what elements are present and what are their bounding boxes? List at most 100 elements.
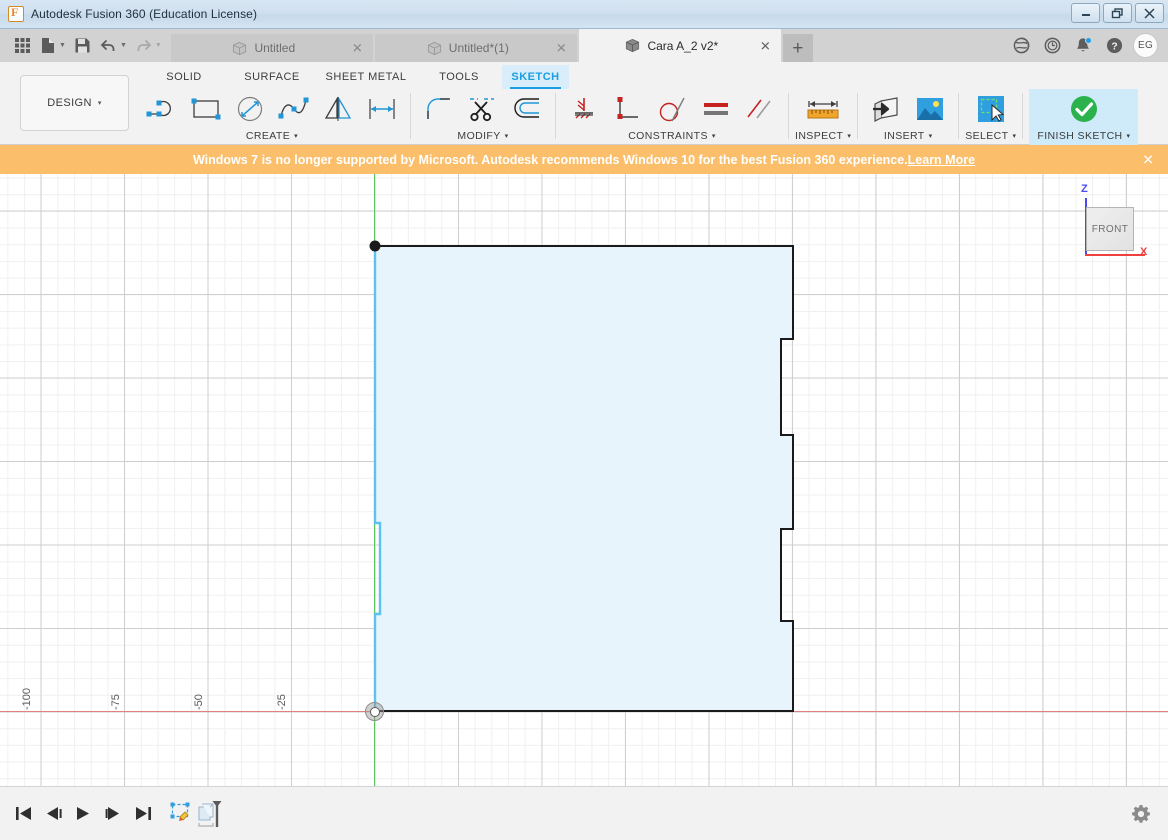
viewcube-z-label: Z <box>1081 183 1088 195</box>
group-label-text: INSERT <box>883 130 925 142</box>
sketch-dimension-icon[interactable] <box>360 89 404 129</box>
sketch-spline-icon[interactable] <box>272 89 316 129</box>
document-tab-close-icon[interactable]: ✕ <box>760 39 771 52</box>
document-tab-close-icon[interactable]: ✕ <box>556 42 567 55</box>
sketch-trim-scissors-icon[interactable] <box>461 89 505 129</box>
tab-sketch[interactable]: SKETCH <box>502 65 569 89</box>
banner-close-icon[interactable]: ✕ <box>1142 151 1154 168</box>
ribbon-tab-bar: SOLID SURFACE SHEET METAL TOOLS SKETCH <box>140 65 569 91</box>
window-controls <box>1071 3 1164 23</box>
group-modify-tools <box>417 89 549 129</box>
fusion360-window: Autodesk Fusion 360 (Education License) <box>0 0 1168 840</box>
new-tab-button[interactable]: + <box>782 34 813 62</box>
ribbon-divider <box>410 93 411 139</box>
sketch-vertex-point <box>369 240 381 252</box>
constraint-horizontal-vertical-icon[interactable] <box>562 89 606 129</box>
group-constraints-label[interactable]: CONSTRAINTS ▾ <box>628 130 716 142</box>
sketch-rectangle-icon[interactable] <box>184 89 228 129</box>
app-grid-icon[interactable] <box>10 33 34 59</box>
constraint-perpendicular-icon[interactable] <box>606 89 650 129</box>
constraint-parallel-icon[interactable] <box>738 89 782 129</box>
sketch-origin-point[interactable] <box>365 702 384 721</box>
measure-ruler-icon[interactable] <box>801 89 845 129</box>
quick-access-toolbar: ▼ ▼ ▼ <box>0 29 165 62</box>
banner-learn-more-link[interactable]: Learn More <box>908 153 975 167</box>
play-button[interactable] <box>72 802 94 826</box>
chevron-down-icon: ▾ <box>504 133 509 140</box>
document-tab-untitled-1[interactable]: Untitled*(1) ✕ <box>374 34 577 62</box>
step-back-button[interactable] <box>42 802 64 826</box>
sketch-geometry[interactable] <box>0 174 1168 786</box>
group-insert: INSERT ▾ <box>864 89 952 142</box>
settings-gear-icon[interactable] <box>1130 803 1152 825</box>
new-file-icon[interactable] <box>36 33 60 59</box>
sketch-mirror-icon[interactable] <box>316 89 360 129</box>
jump-to-beginning-button[interactable] <box>12 802 34 826</box>
timeline-features <box>168 799 224 829</box>
timeline-bar <box>0 786 1168 840</box>
group-select-label[interactable]: SELECT ▾ <box>965 130 1016 142</box>
ribbon-divider <box>788 93 789 139</box>
undo-icon[interactable] <box>97 33 121 59</box>
group-constraints: CONSTRAINTS ▾ <box>562 89 782 142</box>
redo-caret-icon[interactable]: ▼ <box>155 42 162 49</box>
document-tab-cara-a-2[interactable]: Cara A_2 v2* ✕ <box>578 29 781 62</box>
sketch-line-icon[interactable] <box>140 89 184 129</box>
user-avatar[interactable]: EG <box>1133 33 1158 58</box>
viewcube-x-label: X <box>1140 246 1148 258</box>
sketch-circle-icon[interactable] <box>228 89 272 129</box>
finish-sketch-check-icon[interactable] <box>1062 89 1106 129</box>
viewcube-front-face[interactable]: FRONT <box>1086 207 1134 251</box>
notification-bell-icon[interactable] <box>1071 34 1095 58</box>
tab-tools[interactable]: TOOLS <box>416 65 502 89</box>
group-create-label[interactable]: CREATE ▾ <box>246 130 298 142</box>
group-insert-label[interactable]: INSERT ▾ <box>884 130 933 142</box>
tab-surface[interactable]: SURFACE <box>228 65 316 89</box>
save-icon[interactable] <box>71 33 95 59</box>
select-cursor-icon[interactable] <box>969 89 1013 129</box>
document-tab-untitled[interactable]: Untitled ✕ <box>170 34 373 62</box>
account-toolbar: ? EG <box>1009 29 1168 62</box>
redo-icon[interactable] <box>132 33 156 59</box>
ribbon-divider <box>1022 93 1024 139</box>
group-modify-label[interactable]: MODIFY ▾ <box>457 130 508 142</box>
job-status-icon[interactable] <box>1009 34 1033 58</box>
close-button[interactable] <box>1135 3 1164 23</box>
group-finish-sketch-label[interactable]: FINISH SKETCH ▾ <box>1037 130 1130 142</box>
constraint-tangent-icon[interactable] <box>650 89 694 129</box>
sketch-fillet-icon[interactable] <box>417 89 461 129</box>
sketch-canvas[interactable]: -100 -75 -50 -25 Z X FRONT <box>0 174 1168 786</box>
insert-derive-icon[interactable] <box>864 89 908 129</box>
timeline-extrude-feature[interactable] <box>194 799 224 829</box>
view-cube[interactable]: Z X FRONT <box>1060 183 1148 262</box>
group-finish-sketch[interactable]: FINISH SKETCH ▾ <box>1029 89 1139 145</box>
undo-caret-icon[interactable]: ▼ <box>120 42 127 49</box>
recent-clock-icon[interactable] <box>1040 34 1064 58</box>
group-inspect-label[interactable]: INSPECT ▾ <box>795 130 851 142</box>
help-question-icon[interactable]: ? <box>1102 34 1126 58</box>
tab-solid[interactable]: SOLID <box>140 65 228 89</box>
group-create: CREATE ▾ <box>140 89 404 142</box>
timeline-sketch-feature[interactable] <box>168 799 194 829</box>
document-tabs: Untitled ✕ Untitled*(1) ✕ Cara A_2 v2* ✕… <box>170 29 813 62</box>
document-tab-label: Untitled*(1) <box>448 41 509 55</box>
viewcube-x-axis <box>1085 254 1145 256</box>
restore-button[interactable] <box>1103 3 1132 23</box>
minimize-button[interactable] <box>1071 3 1100 23</box>
chevron-down-icon: ▾ <box>294 133 299 140</box>
sketch-profile-fill <box>375 246 793 711</box>
constraint-equal-icon[interactable] <box>694 89 738 129</box>
document-cube-icon <box>232 41 247 56</box>
jump-to-end-button[interactable] <box>132 802 154 826</box>
group-insert-tools <box>864 89 952 129</box>
step-forward-button[interactable] <box>102 802 124 826</box>
group-finish-sketch-tools <box>1062 89 1106 129</box>
workspace-switcher-button[interactable]: DESIGN ▾ <box>20 75 129 131</box>
group-select-tools <box>969 89 1013 129</box>
new-file-caret-icon[interactable]: ▼ <box>59 42 66 49</box>
tab-sheet-metal[interactable]: SHEET METAL <box>316 65 416 89</box>
insert-canvas-image-icon[interactable] <box>908 89 952 129</box>
group-label-text: FINISH SKETCH <box>1037 130 1123 142</box>
sketch-offset-icon[interactable] <box>505 89 549 129</box>
document-tab-close-icon[interactable]: ✕ <box>352 42 363 55</box>
